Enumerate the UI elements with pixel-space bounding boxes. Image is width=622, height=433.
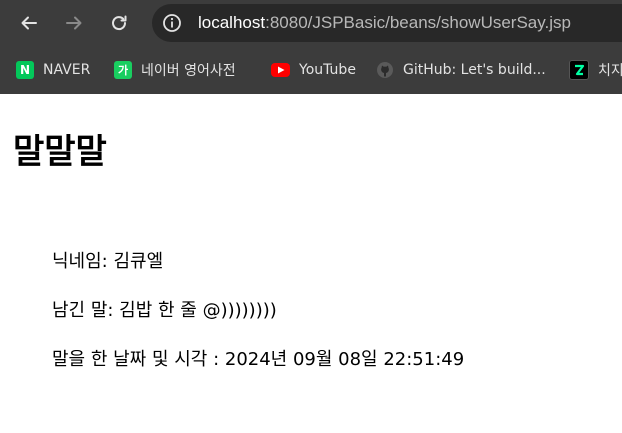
github-icon bbox=[376, 61, 394, 79]
bookmark-label: 네이버 영어사전 bbox=[141, 63, 236, 79]
message-text: 남긴 말: 김밥 한 줄 @)))))))) bbox=[52, 300, 277, 321]
url-host: localhost bbox=[198, 13, 266, 32]
naver-dictionary-icon: 가 bbox=[114, 61, 132, 79]
reload-button[interactable] bbox=[105, 9, 133, 37]
bookmark-label: YouTube bbox=[299, 62, 356, 78]
bookmark-label: NAVER bbox=[43, 62, 91, 78]
bookmark-github[interactable]: GitHub: Let's build... bbox=[376, 59, 546, 81]
address-bar[interactable]: localhost:8080/JSPBasic/beans/showUserSa… bbox=[152, 4, 622, 42]
bookmark-label: GitHub: Let's build... bbox=[403, 62, 546, 78]
bookmarks-bar: N NAVER 가 네이버 영어사전 YouTube GitHub: Let's… bbox=[0, 46, 622, 94]
page-content: 말말말 닉네임: 김큐엘 남긴 말: 김밥 한 줄 @)))))))) 말을 한… bbox=[0, 94, 622, 433]
youtube-icon bbox=[271, 63, 290, 77]
back-button[interactable] bbox=[15, 9, 43, 37]
chzzk-icon bbox=[569, 60, 589, 80]
page-title: 말말말 bbox=[13, 132, 107, 172]
url-path: :8080/JSPBasic/beans/showUserSay.jsp bbox=[265, 13, 571, 32]
datetime-text: 말을 한 날짜 및 시각 : 2024년 09월 08일 22:51:49 bbox=[52, 349, 465, 370]
arrow-left-icon bbox=[21, 16, 37, 30]
bookmark-chzzk[interactable]: 치지 bbox=[569, 59, 622, 81]
bookmark-naver-dictionary[interactable]: 가 네이버 영어사전 bbox=[114, 59, 236, 81]
url-text[interactable]: localhost:8080/JSPBasic/beans/showUserSa… bbox=[198, 13, 571, 33]
forward-button[interactable] bbox=[60, 9, 88, 37]
bookmark-youtube[interactable]: YouTube bbox=[271, 59, 356, 81]
arrow-right-icon bbox=[66, 16, 82, 30]
bookmark-naver[interactable]: N NAVER bbox=[16, 59, 90, 81]
naver-icon: N bbox=[16, 61, 34, 79]
nickname-text: 닉네임: 김큐엘 bbox=[52, 251, 164, 272]
info-icon[interactable] bbox=[162, 13, 182, 33]
browser-toolbar: localhost:8080/JSPBasic/beans/showUserSa… bbox=[0, 0, 622, 46]
bookmark-label: 치지 bbox=[598, 63, 622, 79]
reload-icon bbox=[112, 15, 127, 31]
